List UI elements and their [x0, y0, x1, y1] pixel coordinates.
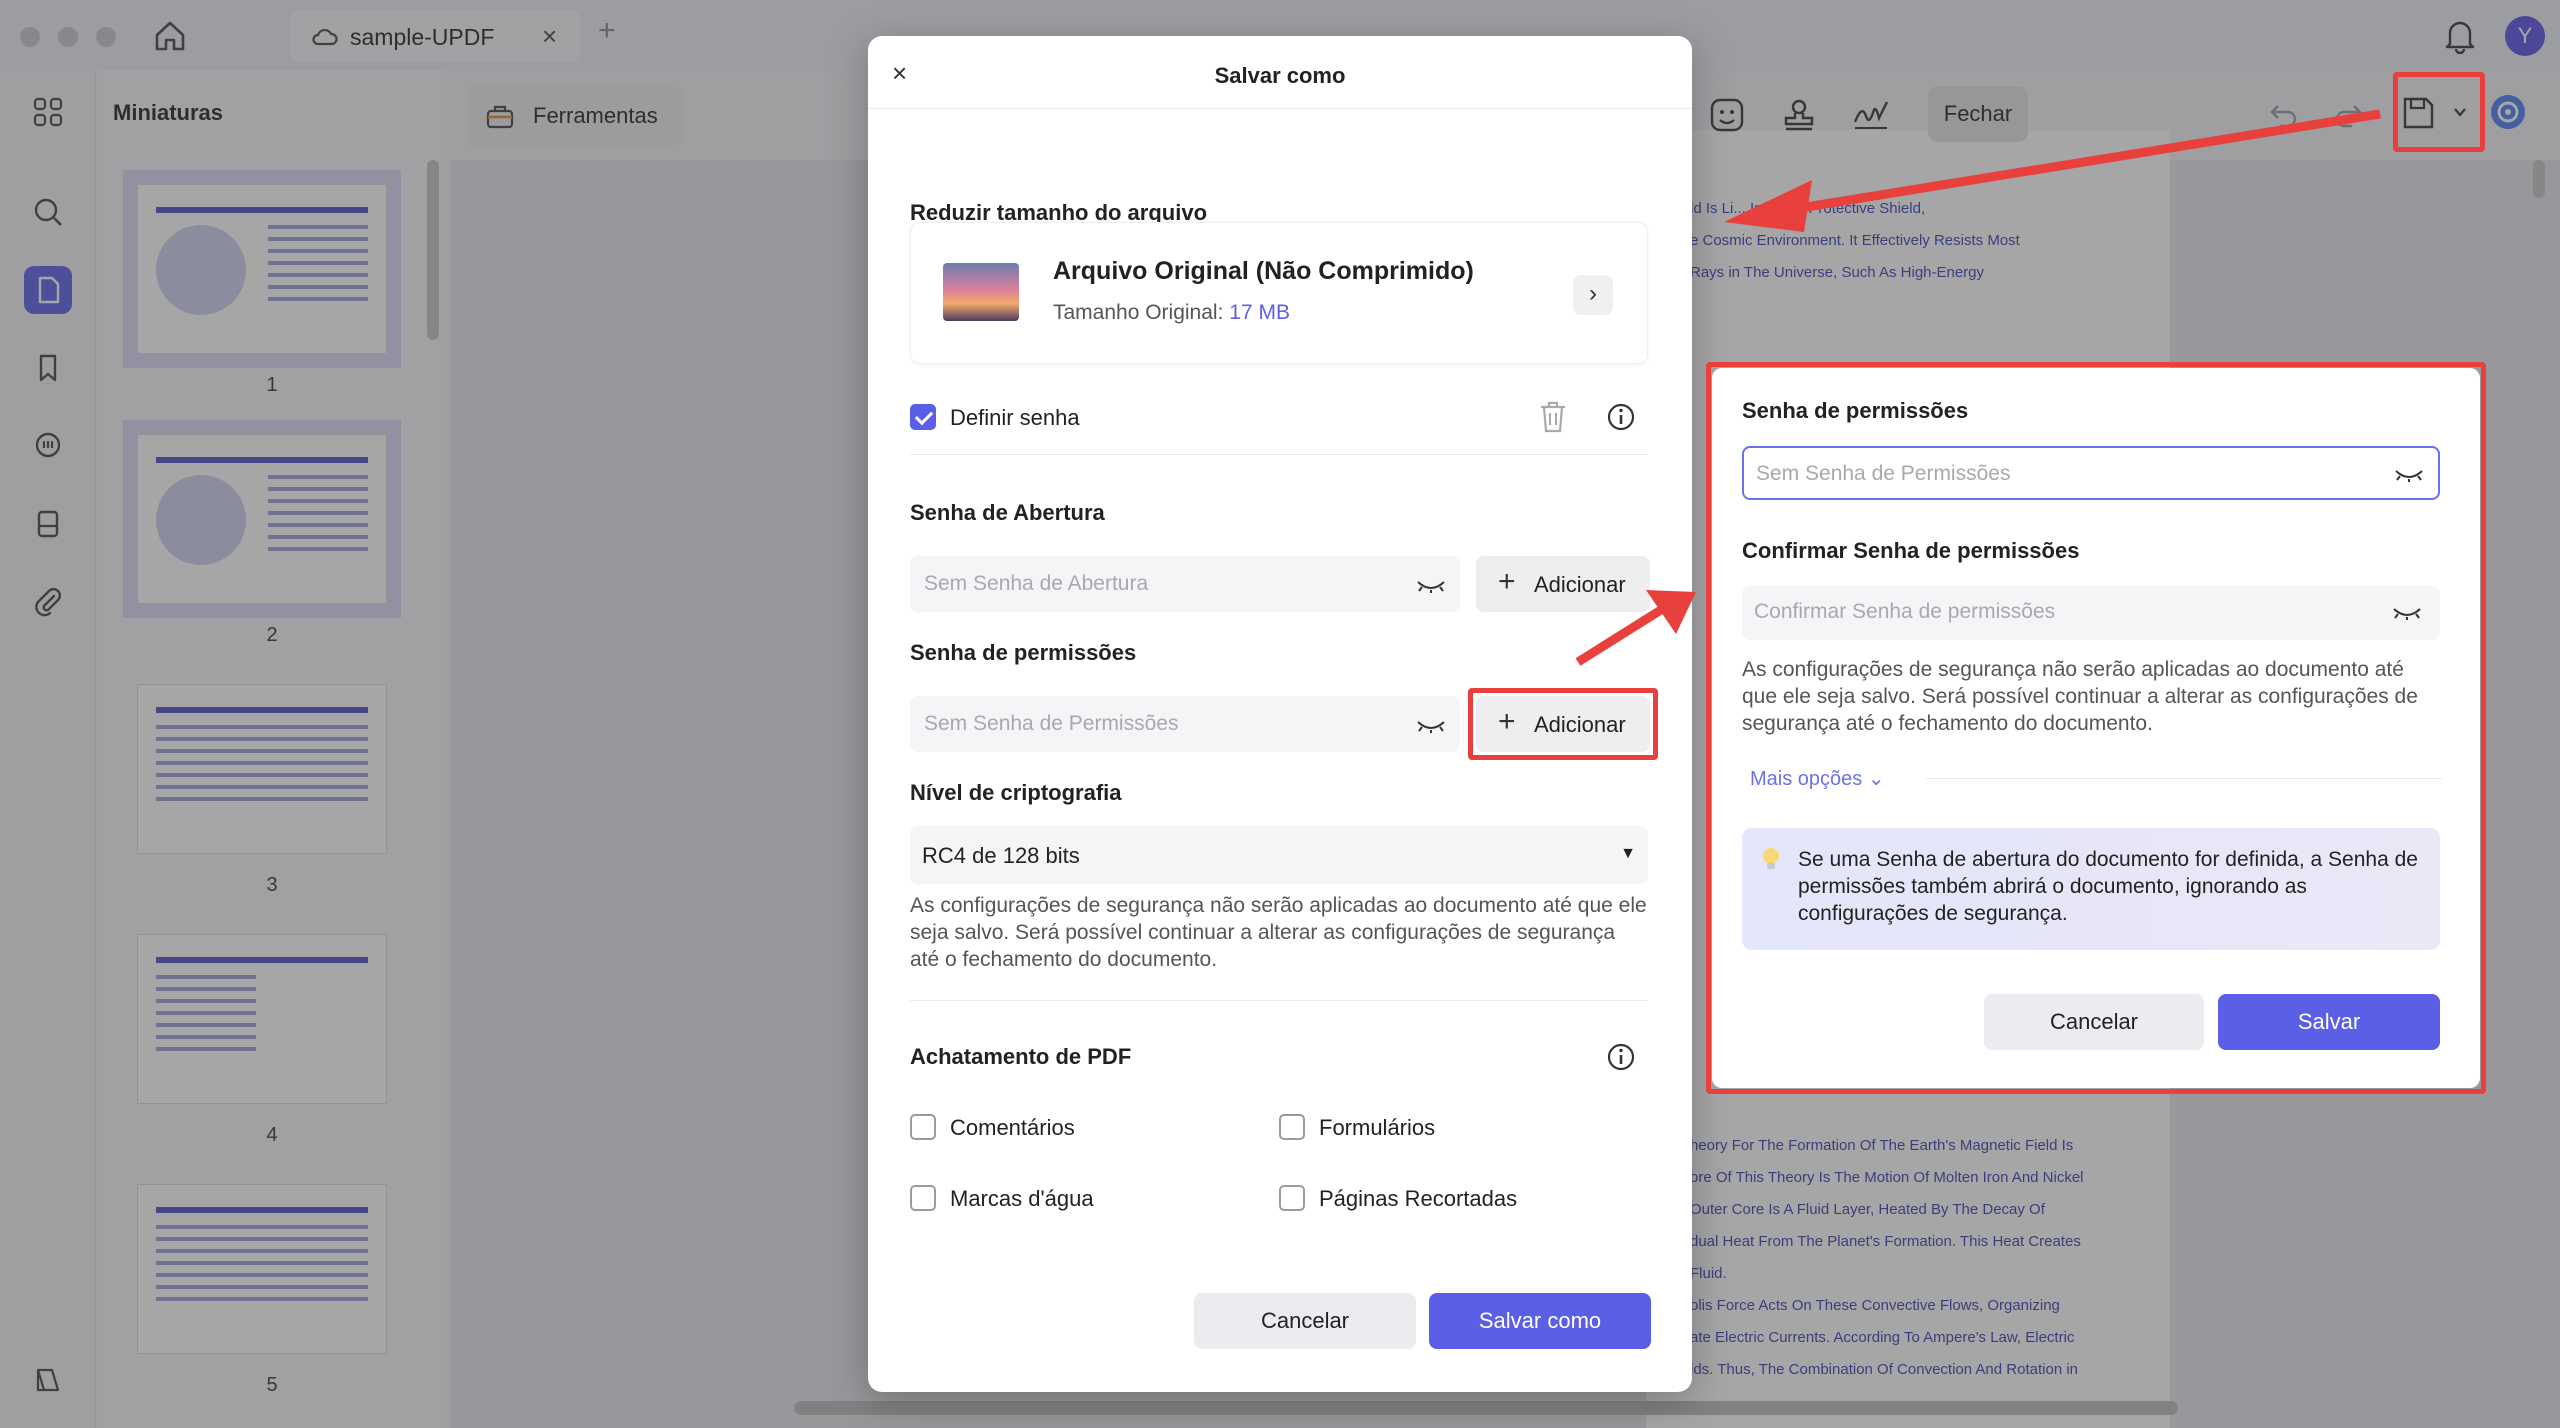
- permissions-password-title: Senha de permissões: [910, 640, 1137, 665]
- highlight-box: [1468, 688, 1658, 760]
- file-size-value: 17 MB: [1229, 301, 1290, 324]
- add-label: Adicionar: [1534, 572, 1626, 597]
- permissions-password-input[interactable]: [924, 696, 1394, 752]
- trash-icon[interactable]: [1538, 400, 1568, 434]
- encryption-level-select[interactable]: RC4 de 128 bits ▼: [910, 826, 1648, 884]
- highlight-box: [1706, 362, 2486, 1094]
- encryption-level-title: Nível de criptografia: [910, 780, 1122, 805]
- eye-closed-icon[interactable]: [1416, 718, 1446, 734]
- save-as-button[interactable]: Salvar como: [1429, 1293, 1651, 1349]
- file-thumbnail-image: [943, 263, 1019, 321]
- plus-icon: +: [1498, 565, 1516, 598]
- flatten-watermarks-checkbox[interactable]: [910, 1185, 936, 1211]
- chevron-right-icon[interactable]: ›: [1573, 275, 1613, 315]
- flatten-cropped-pages-checkbox[interactable]: [1279, 1185, 1305, 1211]
- divider: [868, 108, 1692, 109]
- open-password-input[interactable]: [924, 556, 1394, 612]
- cancel-button[interactable]: Cancelar: [1194, 1293, 1416, 1349]
- file-size-label: Tamanho Original:: [1053, 301, 1230, 324]
- flatten-forms-checkbox[interactable]: [1279, 1114, 1305, 1140]
- encryption-level-value: RC4 de 128 bits: [922, 843, 1080, 868]
- highlight-box: [2393, 72, 2485, 152]
- flatten-watermarks-label: Marcas d'água: [950, 1186, 1094, 1211]
- divider: [910, 454, 1648, 455]
- info-icon[interactable]: [1606, 1042, 1636, 1072]
- flatten-forms-label: Formulários: [1319, 1115, 1436, 1140]
- set-password-checkbox[interactable]: [910, 404, 936, 430]
- file-size: Tamanho Original: 17 MB: [1053, 301, 1290, 325]
- info-icon[interactable]: [1606, 402, 1636, 432]
- permissions-password-field[interactable]: [910, 696, 1460, 752]
- eye-closed-icon[interactable]: [1416, 578, 1446, 594]
- flatten-comments-label: Comentários: [950, 1115, 1075, 1140]
- add-open-password-button[interactable]: + Adicionar: [1476, 556, 1650, 612]
- caret-down-icon: ▼: [1620, 845, 1636, 862]
- set-password-label: Definir senha: [950, 405, 1080, 430]
- open-password-field[interactable]: [910, 556, 1460, 612]
- divider: [910, 1000, 1648, 1001]
- file-name: Arquivo Original (Não Comprimido): [1053, 257, 1474, 285]
- pdf-flatten-title: Achatamento de PDF: [910, 1044, 1132, 1069]
- dialog-title: Salvar como: [1214, 63, 1346, 88]
- security-note: As configurações de segurança não serão …: [910, 894, 1647, 971]
- flatten-comments-checkbox[interactable]: [910, 1114, 936, 1140]
- open-password-title: Senha de Abertura: [910, 500, 1105, 525]
- save-as-dialog: × Salvar como Reduzir tamanho do arquivo…: [868, 36, 1692, 1392]
- file-compression-card[interactable]: Arquivo Original (Não Comprimido) Tamanh…: [910, 222, 1648, 364]
- flatten-cropped-pages-label: Páginas Recortadas: [1319, 1186, 1518, 1211]
